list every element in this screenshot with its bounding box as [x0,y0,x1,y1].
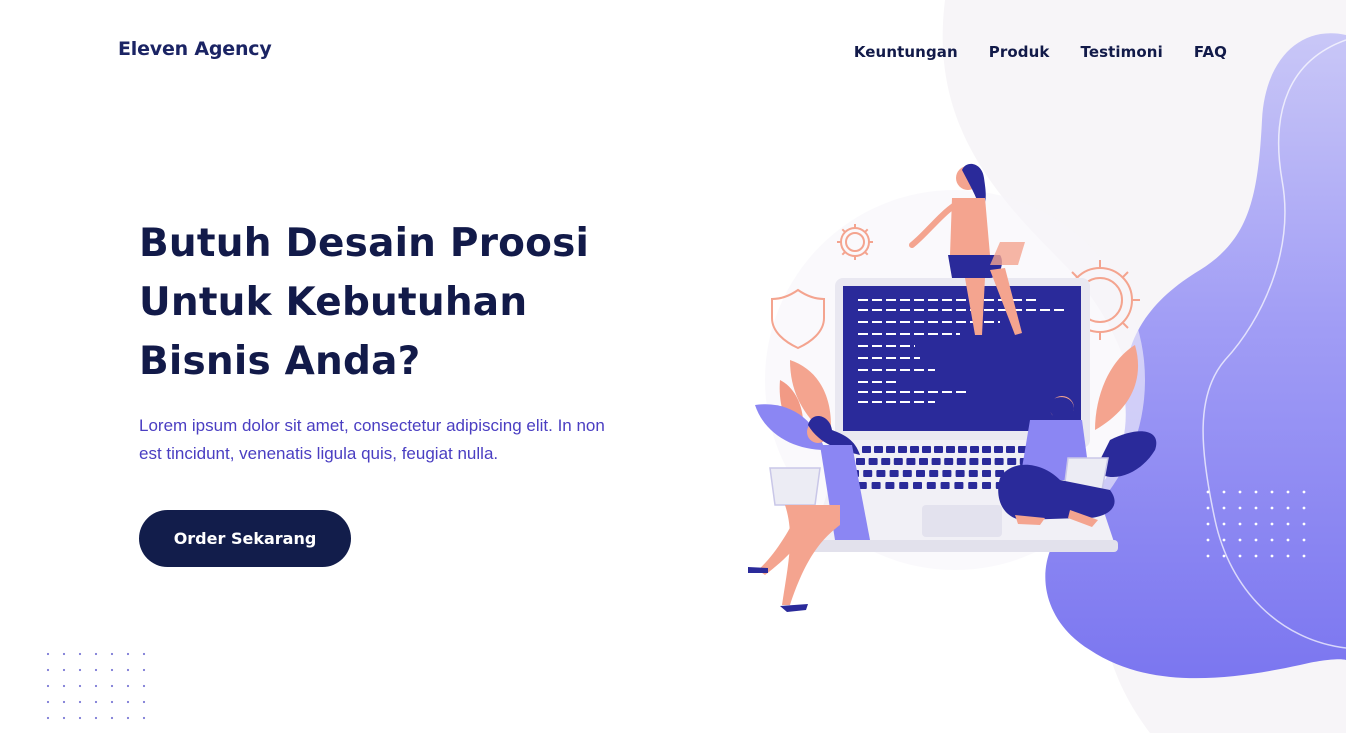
dot-grid-left [46,652,146,720]
hero-title: Butuh Desain Proosi Untuk Kebutuhan Bisn… [139,214,659,391]
main-nav: Keuntungan Produk Testimoni FAQ [854,43,1227,61]
logo[interactable]: Eleven Agency [118,38,272,60]
hero-title-line-3: Bisnis Anda? [139,339,421,384]
nav-faq[interactable]: FAQ [1194,43,1227,61]
hero-title-line-2: Untuk Kebutuhan [139,280,528,325]
dot-grid-right [1206,490,1306,558]
hero-description: Lorem ipsum dolor sit amet, consectetur … [139,416,605,463]
order-now-button[interactable]: Order Sekarang [139,510,351,567]
hero-illustration [748,163,1157,612]
nav-produk[interactable]: Produk [989,43,1050,61]
hero-title-line-1: Butuh Desain Proosi [139,221,590,266]
nav-keuntungan[interactable]: Keuntungan [854,43,958,61]
nav-testimoni[interactable]: Testimoni [1081,43,1163,61]
